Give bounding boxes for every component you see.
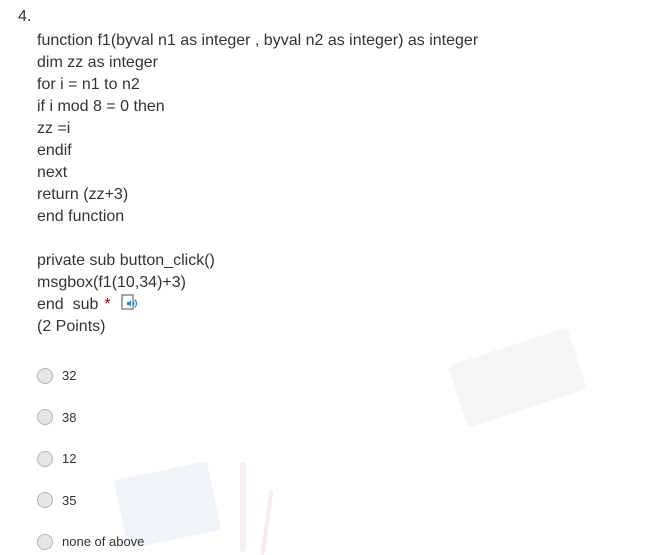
- radio-button[interactable]: [37, 409, 53, 426]
- option-label: none of above: [62, 534, 145, 550]
- question-title: function f1(byval n1 as integer , byval …: [37, 30, 478, 338]
- code-line: private sub button_click(): [37, 252, 215, 269]
- option-none-of-above[interactable]: none of above: [37, 521, 144, 555]
- code-line: endif: [37, 142, 72, 159]
- option-32[interactable]: 32: [37, 355, 144, 397]
- immersive-reader-icon[interactable]: [121, 294, 141, 312]
- radio-button[interactable]: [37, 533, 53, 550]
- code-line: for i = n1 to n2: [37, 76, 140, 93]
- code-line: function f1(byval n1 as integer , byval …: [37, 32, 479, 49]
- answer-options: 32 38 12 35 none of above: [37, 355, 144, 555]
- background-decoration: [240, 462, 246, 552]
- option-label: 32: [62, 368, 77, 384]
- option-label: 12: [62, 451, 77, 467]
- code-line: if i mod 8 = 0 then: [37, 98, 165, 115]
- form-question-page: 4. function f1(byval n1 as integer , byv…: [0, 0, 669, 555]
- required-asterisk: *: [104, 296, 111, 313]
- code-line: next: [37, 164, 68, 181]
- option-35[interactable]: 35: [37, 480, 144, 522]
- question-number: 4.: [18, 8, 32, 25]
- code-line: return (zz+3): [37, 186, 129, 203]
- code-line-text: end sub: [37, 296, 99, 313]
- code-line: msgbox(f1(10,34)+3): [37, 274, 186, 291]
- background-decoration: [260, 490, 274, 555]
- option-12[interactable]: 12: [37, 438, 144, 480]
- question-points: (2 Points): [37, 318, 106, 335]
- radio-button[interactable]: [37, 450, 53, 467]
- code-line: end function: [37, 208, 125, 225]
- background-decoration: [448, 327, 587, 428]
- last-code-line: end sub *: [37, 294, 478, 316]
- option-38[interactable]: 38: [37, 397, 144, 439]
- radio-button[interactable]: [37, 367, 53, 384]
- code-line: zz =i: [37, 120, 71, 137]
- option-label: 35: [62, 492, 77, 508]
- radio-button[interactable]: [37, 492, 53, 509]
- option-label: 38: [62, 409, 77, 425]
- code-line: dim zz as integer: [37, 54, 158, 71]
